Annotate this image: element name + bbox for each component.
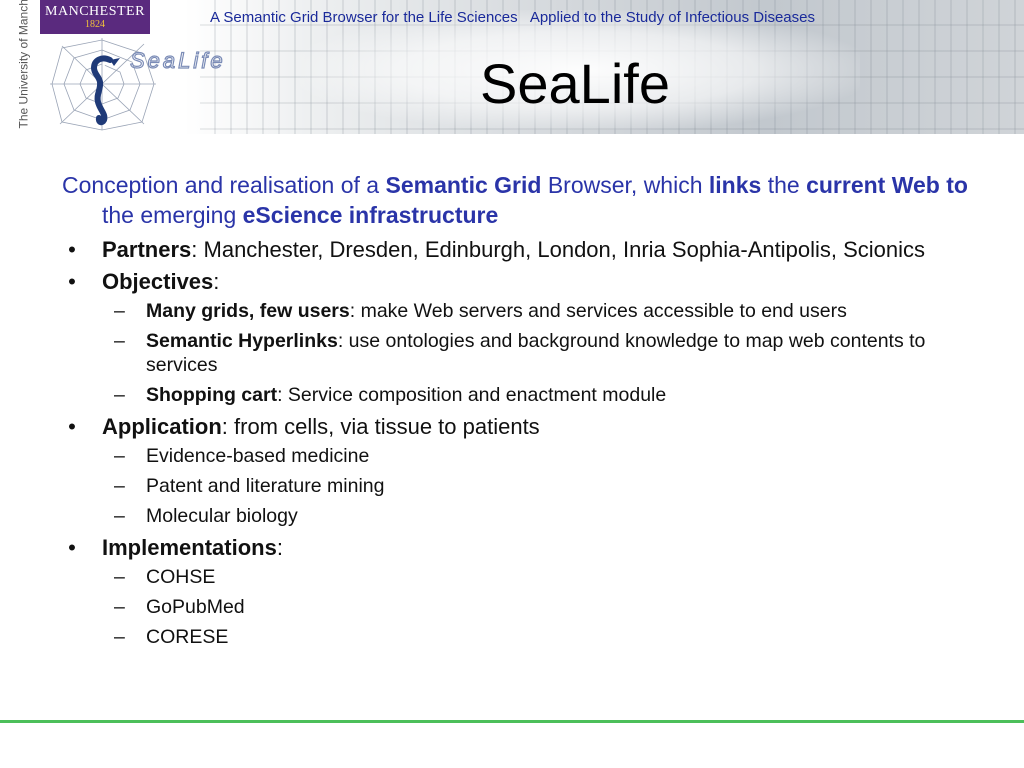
objectives-sublist: – Many grids, few users: make Web server… — [102, 299, 992, 407]
dash-glyph: – — [114, 566, 125, 588]
implementations-suffix: : — [276, 535, 283, 560]
slide-content: Conception and realisation of a Semantic… — [62, 170, 992, 655]
sealife-logo-text: SeaLife — [130, 48, 226, 73]
dash-glyph: – — [114, 384, 125, 406]
bullet-glyph: • — [68, 535, 76, 560]
bullet-application: • Application: from cells, via tissue to… — [62, 413, 992, 528]
implementation-item: – GoPubMed — [102, 595, 992, 619]
bullet-objectives: • Objectives: – Many grids, few users: m… — [62, 268, 992, 407]
slide-header: MANCHESTER 1824 The University of Manche… — [0, 0, 1024, 134]
objective-item: – Many grids, few users: make Web server… — [102, 299, 992, 323]
tagline-left: A Semantic Grid Browser for the Life Sci… — [210, 9, 518, 26]
objectives-label: Objectives — [102, 269, 214, 294]
header-tagline: A Semantic Grid Browser for the Life Sci… — [210, 9, 815, 26]
bullet-glyph: • — [68, 269, 76, 294]
implementation-item-text: CORESE — [146, 626, 229, 648]
objective-label: Shopping cart — [146, 384, 278, 406]
intro-bold-2: links — [708, 172, 762, 198]
objectives-suffix: : — [213, 269, 220, 294]
intro-bold-4: eScience infrastructure — [242, 202, 499, 228]
dash-glyph: – — [114, 300, 125, 322]
objective-label: Many grids, few users — [146, 300, 350, 322]
logo-year: 1824 — [85, 19, 105, 30]
implementations-label: Implementations — [102, 535, 277, 560]
application-sublist: – Evidence-based medicine – Patent and l… — [102, 444, 992, 528]
bullet-partners: • Partners: Manchester, Dresden, Edinbur… — [62, 236, 992, 263]
logo-word: MANCHESTER — [45, 4, 145, 19]
dash-glyph: – — [114, 445, 125, 467]
implementation-item-text: COHSE — [146, 566, 216, 588]
intro-bold-1: Semantic Grid — [385, 172, 542, 198]
university-vertical-text: The University of Manchester — [16, 0, 31, 129]
objective-item: – Shopping cart: Service composition and… — [102, 383, 992, 407]
bullet-list: • Partners: Manchester, Dresden, Edinbur… — [62, 236, 992, 649]
objective-label: Semantic Hyperlinks — [146, 330, 338, 352]
application-item: – Evidence-based medicine — [102, 444, 992, 468]
page-title: SeaLife — [480, 52, 670, 115]
intro-text-2: Browser, which — [541, 172, 709, 198]
intro-text-4: the emerging — [102, 202, 243, 228]
intro-paragraph: Conception and realisation of a Semantic… — [62, 170, 992, 230]
partners-text: : Manchester, Dresden, Edinburgh, London… — [191, 237, 926, 262]
footer-divider — [0, 720, 1024, 723]
implementation-item: – CORESE — [102, 625, 992, 649]
dash-glyph: – — [114, 626, 125, 648]
dash-glyph: – — [114, 475, 125, 497]
application-item: – Molecular biology — [102, 504, 992, 528]
intro-text-1: Conception and realisation of a — [62, 172, 386, 198]
implementation-item: – COHSE — [102, 565, 992, 589]
sealife-logo: SeaLife — [50, 38, 226, 131]
implementation-item-text: GoPubMed — [146, 596, 245, 618]
dash-glyph: – — [114, 505, 125, 527]
intro-bold-3: current Web to — [806, 172, 968, 198]
intro-text-3: the — [761, 172, 807, 198]
objective-item: – Semantic Hyperlinks: use ontologies an… — [102, 329, 992, 377]
dash-glyph: – — [114, 596, 125, 618]
application-label: Application — [102, 414, 222, 439]
objective-text: : Service composition and enactment modu… — [277, 384, 667, 406]
application-item-text: Evidence-based medicine — [146, 445, 370, 467]
partners-label: Partners — [102, 237, 192, 262]
implementations-sublist: – COHSE – GoPubMed – CORESE — [102, 565, 992, 649]
seahorse-icon — [90, 55, 120, 126]
bullet-glyph: • — [68, 237, 76, 262]
university-vertical-label: The University of Manchester — [10, 0, 40, 132]
application-text: : from cells, via tissue to patients — [221, 414, 540, 439]
bullet-implementations: • Implementations: – COHSE – GoPubMed – … — [62, 534, 992, 649]
application-item-text: Molecular biology — [146, 505, 298, 527]
application-item-text: Patent and literature mining — [146, 475, 385, 497]
bullet-glyph: • — [68, 414, 76, 439]
dash-glyph: – — [114, 330, 125, 352]
manchester-logo: MANCHESTER 1824 — [40, 0, 150, 34]
tagline-right: Applied to the Study of Infectious Disea… — [529, 9, 815, 26]
application-item: – Patent and literature mining — [102, 474, 992, 498]
objective-text: : make Web servers and services accessib… — [349, 300, 847, 322]
